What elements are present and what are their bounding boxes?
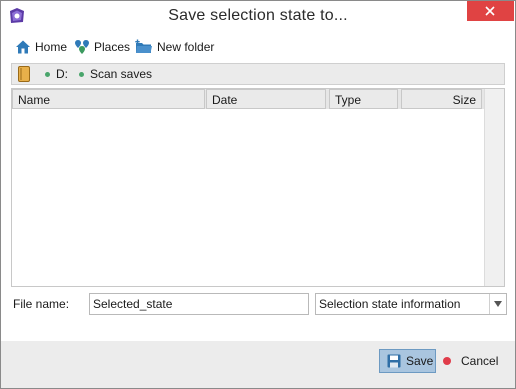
breadcrumb-folder[interactable]: Scan saves <box>79 67 152 81</box>
column-header-type[interactable]: Type <box>329 89 398 109</box>
new-folder-icon <box>135 39 152 53</box>
home-icon <box>16 40 30 54</box>
table-header: Name Date Type Size <box>12 89 504 109</box>
cancel-label: Cancel <box>461 354 499 368</box>
column-header-name[interactable]: Name <box>12 89 205 109</box>
save-icon <box>387 354 401 368</box>
file-name-label: File name: <box>13 297 70 311</box>
dropdown-arrow[interactable] <box>489 294 507 314</box>
close-button[interactable] <box>467 1 514 21</box>
places-icon <box>75 40 89 54</box>
breadcrumb-dot-icon <box>79 71 84 77</box>
dialog-footer: Save Cancel <box>1 341 515 388</box>
file-type-select[interactable]: Selection state information <box>315 293 507 315</box>
toolbar: Home Places New folder <box>1 35 515 59</box>
file-name-input[interactable] <box>89 293 309 315</box>
save-button[interactable]: Save <box>379 349 436 373</box>
file-list[interactable]: Name Date Type Size <box>11 88 505 287</box>
new-folder-button[interactable]: New folder <box>135 37 214 57</box>
drive-icon <box>18 66 30 85</box>
save-dialog: Save selection state to... Home Places N… <box>0 0 516 389</box>
vertical-scrollbar[interactable] <box>484 89 504 286</box>
column-header-size[interactable]: Size <box>401 89 482 109</box>
cancel-button[interactable]: Cancel <box>443 349 498 373</box>
home-button[interactable]: Home <box>15 37 67 57</box>
column-header-date[interactable]: Date <box>206 89 326 109</box>
new-folder-label: New folder <box>157 40 215 54</box>
breadcrumb-folder-label: Scan saves <box>90 67 153 81</box>
window-title: Save selection state to... <box>168 7 348 24</box>
close-icon <box>485 6 495 16</box>
home-label: Home <box>35 40 68 54</box>
chevron-down-icon <box>494 301 502 307</box>
save-label: Save <box>406 354 434 368</box>
breadcrumb-drive[interactable]: D: <box>45 67 68 81</box>
breadcrumb-drive-label: D: <box>56 67 68 81</box>
breadcrumb-dot-icon <box>45 71 50 77</box>
places-button[interactable]: Places <box>74 37 130 57</box>
file-type-value: Selection state information <box>319 297 461 311</box>
title-bar: Save selection state to... <box>1 1 515 33</box>
cancel-dot-icon <box>443 357 451 365</box>
places-label: Places <box>94 40 131 54</box>
path-bar: D: Scan saves <box>11 63 505 85</box>
